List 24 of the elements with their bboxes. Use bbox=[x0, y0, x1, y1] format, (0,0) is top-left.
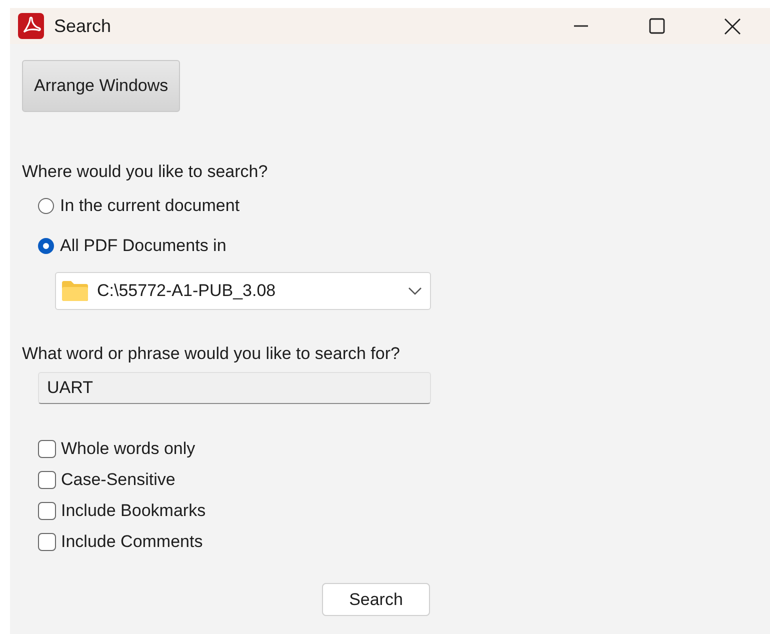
arrange-windows-button[interactable]: Arrange Windows bbox=[22, 60, 180, 112]
checkbox[interactable] bbox=[38, 533, 56, 551]
checkbox-label[interactable]: Case-Sensitive bbox=[61, 470, 176, 490]
maximize-icon[interactable] bbox=[648, 18, 664, 34]
search-term-field[interactable]: UART bbox=[38, 372, 431, 404]
question-label: Where would you like to search? bbox=[22, 162, 269, 182]
question-label: What word or phrase would you like to search for? bbox=[22, 344, 401, 364]
window-title: Search bbox=[54, 16, 112, 36]
search-button[interactable]: Search bbox=[322, 583, 430, 616]
radio-label[interactable]: In the current document bbox=[60, 196, 240, 216]
folder-icon bbox=[61, 280, 89, 302]
close-icon[interactable] bbox=[724, 18, 740, 34]
radio-button[interactable] bbox=[38, 198, 54, 214]
checkbox-label[interactable]: Include Comments bbox=[61, 532, 203, 552]
checkbox[interactable] bbox=[38, 471, 56, 489]
checkbox-label[interactable]: Include Bookmarks bbox=[61, 501, 206, 521]
chevron-down-icon bbox=[408, 287, 422, 295]
pdf-logo-icon bbox=[18, 13, 44, 39]
checkbox[interactable] bbox=[38, 502, 56, 520]
folder-dropdown[interactable]: C:\55772-A1-PUB_3.08 bbox=[55, 272, 431, 310]
radio-button[interactable] bbox=[38, 238, 54, 254]
checkbox[interactable] bbox=[38, 440, 56, 458]
checkbox-label[interactable]: Whole words only bbox=[61, 439, 196, 459]
radio-label[interactable]: All PDF Documents in bbox=[60, 236, 226, 256]
